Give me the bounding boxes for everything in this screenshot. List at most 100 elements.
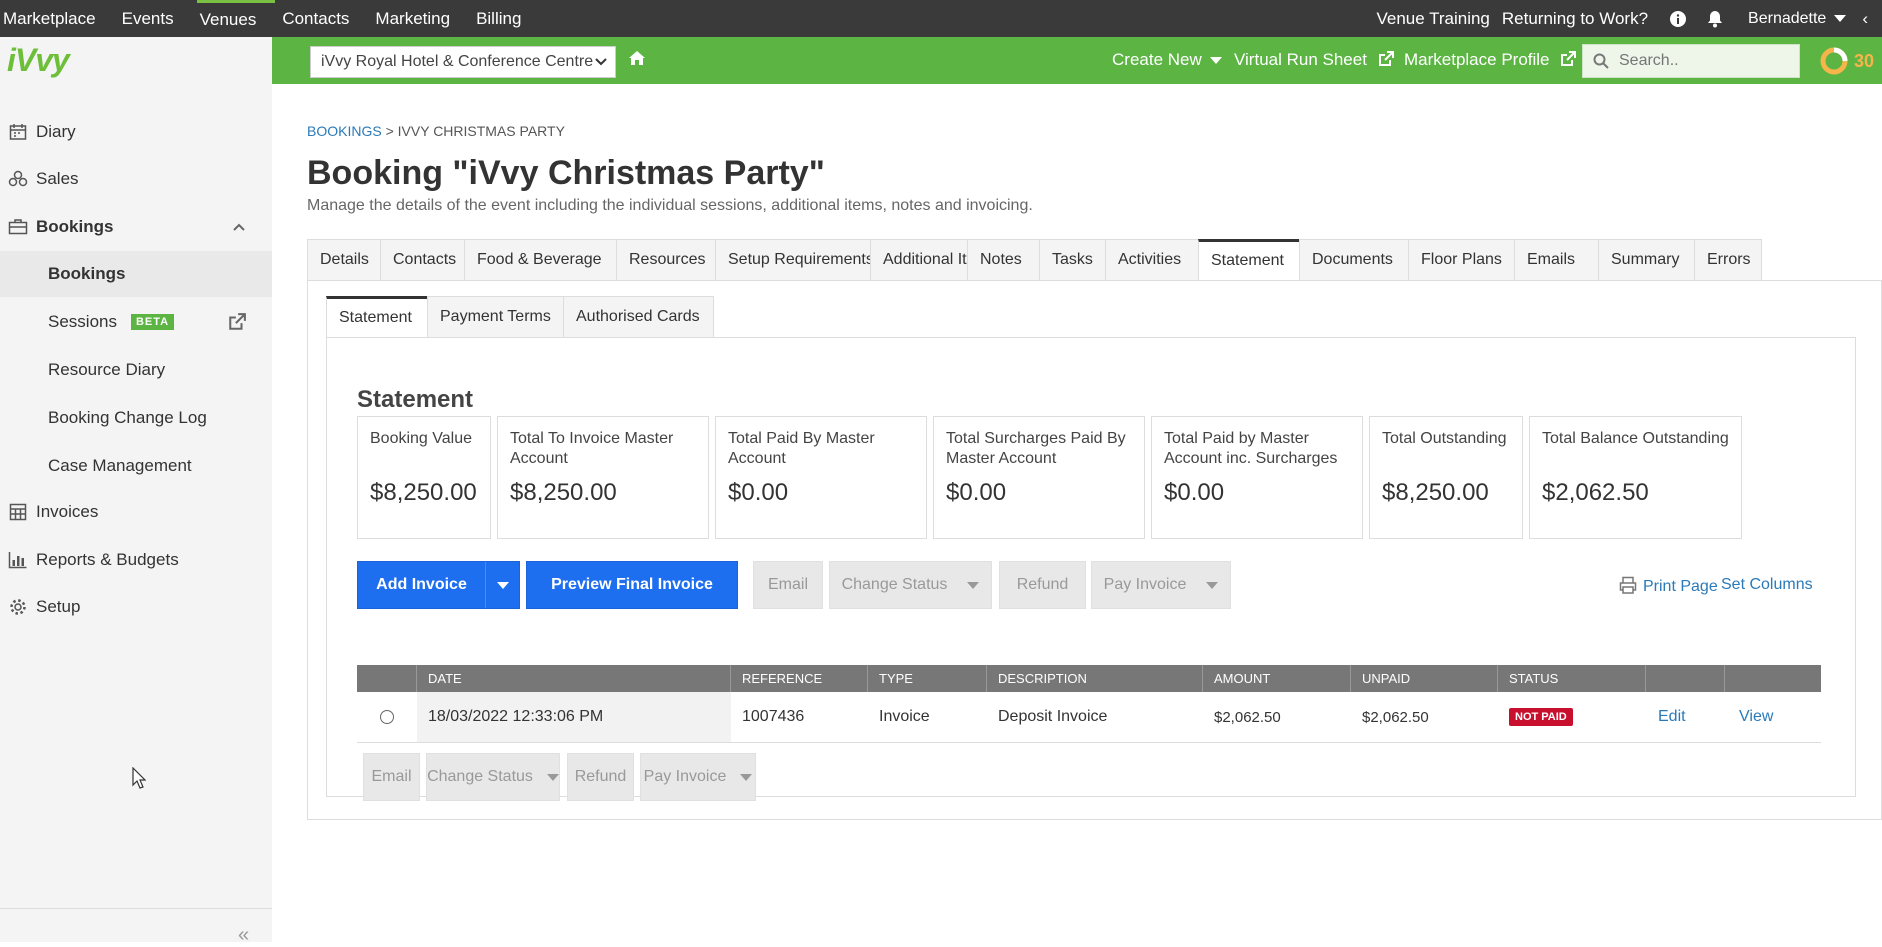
- venue-select-value: iVvy Royal Hotel & Conference Centre: [321, 53, 594, 70]
- summary-card-value: $8,250.00: [370, 479, 477, 506]
- summary-card: Total Surcharges Paid By Master Account …: [933, 416, 1145, 539]
- change-status-button[interactable]: Change Status: [829, 561, 992, 609]
- sidebar-subitem-resource-diary[interactable]: Resource Diary: [0, 347, 272, 393]
- bell-icon[interactable]: [1706, 10, 1724, 28]
- edit-invoice-link[interactable]: Edit: [1658, 708, 1686, 726]
- tab-resources[interactable]: Resources: [616, 239, 715, 281]
- topnav-item-marketplace[interactable]: Marketplace: [0, 0, 115, 37]
- chevron-up-icon[interactable]: [232, 222, 246, 232]
- cell-amount: $2,062.50: [1214, 708, 1281, 726]
- search-input[interactable]: [1619, 52, 1779, 70]
- summary-card: Total To Invoice Master Account $8,250.0…: [497, 416, 709, 539]
- tab-activities[interactable]: Activities: [1105, 239, 1198, 281]
- table-header-date[interactable]: DATE: [417, 665, 731, 692]
- virtual-run-sheet-link[interactable]: Virtual Run Sheet: [1234, 50, 1394, 70]
- top-nav: Marketplace Events Venues Contacts Marke…: [0, 0, 1882, 37]
- print-page-link[interactable]: Print Page: [1619, 576, 1718, 596]
- tab-additional-items[interactable]: Additional Items: [870, 239, 967, 281]
- pay-invoice-button[interactable]: Pay Invoice: [1091, 561, 1231, 609]
- sidebar-subitem-case-management[interactable]: Case Management: [0, 443, 272, 489]
- returning-to-work-link[interactable]: Returning to Work?: [1502, 9, 1648, 29]
- external-link-icon: [1378, 51, 1394, 66]
- marketplace-profile-link[interactable]: Marketplace Profile: [1404, 50, 1577, 70]
- tab-contacts[interactable]: Contacts: [380, 239, 464, 281]
- pay-invoice-button-bottom[interactable]: Pay Invoice: [640, 753, 756, 801]
- tab-documents[interactable]: Documents: [1299, 239, 1408, 281]
- sidebar-subitem-sessions[interactable]: Sessions BETA: [0, 299, 272, 345]
- table-header-status[interactable]: STATUS: [1498, 665, 1646, 692]
- sidebar-subitem-bookings[interactable]: Bookings: [0, 251, 272, 297]
- progress-ring-icon[interactable]: 30: [1820, 47, 1874, 75]
- view-invoice-link[interactable]: View: [1739, 708, 1773, 726]
- sidebar-subitem-booking-change-log[interactable]: Booking Change Log: [0, 395, 272, 441]
- statement-subtabs: Statement Payment Terms Authorised Cards: [326, 296, 714, 338]
- printer-icon: [1619, 576, 1637, 594]
- sidebar-item-sales[interactable]: Sales: [0, 156, 272, 202]
- sidebar-item-diary[interactable]: Diary: [0, 109, 272, 155]
- tab-details[interactable]: Details: [307, 239, 380, 281]
- topnav-item-marketing[interactable]: Marketing: [372, 0, 469, 37]
- refund-button-bottom[interactable]: Refund: [567, 753, 634, 801]
- sidebar-item-bookings[interactable]: Bookings: [0, 204, 272, 250]
- table-header-description[interactable]: DESCRIPTION: [987, 665, 1203, 692]
- change-status-label: Change Status: [427, 768, 533, 785]
- tab-setup-requirements[interactable]: Setup Requirements: [715, 239, 870, 281]
- tab-statement[interactable]: Statement: [1198, 239, 1299, 281]
- table-header-reference[interactable]: REFERENCE: [731, 665, 868, 692]
- home-icon[interactable]: [628, 50, 646, 71]
- table-header-unpaid[interactable]: UNPAID: [1351, 665, 1498, 692]
- refund-button[interactable]: Refund: [999, 561, 1086, 609]
- venue-training-link[interactable]: Venue Training: [1376, 9, 1489, 29]
- add-invoice-dropdown-toggle[interactable]: [485, 562, 519, 608]
- table-header-amount[interactable]: AMOUNT: [1203, 665, 1351, 692]
- tab-floor-plans[interactable]: Floor Plans: [1408, 239, 1514, 281]
- row-select-radio[interactable]: [380, 710, 394, 724]
- tab-summary[interactable]: Summary: [1598, 239, 1694, 281]
- email-button-bottom[interactable]: Email: [363, 753, 420, 801]
- tab-tasks[interactable]: Tasks: [1039, 239, 1105, 281]
- subtab-payment-terms[interactable]: Payment Terms: [427, 296, 563, 338]
- add-invoice-button[interactable]: Add Invoice: [357, 561, 520, 609]
- subtab-statement[interactable]: Statement: [326, 296, 427, 338]
- external-link-icon[interactable]: [228, 313, 246, 331]
- more-caret-icon[interactable]: ‹: [1862, 9, 1868, 29]
- subtab-authorised-cards[interactable]: Authorised Cards: [563, 296, 714, 338]
- tab-errors[interactable]: Errors: [1694, 239, 1762, 281]
- email-button[interactable]: Email: [753, 561, 823, 609]
- topnav-item-billing[interactable]: Billing: [473, 0, 540, 37]
- booking-tabs: Details Contacts Food & Beverage Resourc…: [307, 239, 1762, 281]
- search-icon: [1593, 53, 1609, 69]
- summary-card-label: Total To Invoice Master Account: [510, 430, 674, 467]
- table-header-select: [357, 665, 417, 692]
- breadcrumb: BOOKINGS > IVVY CHRISTMAS PARTY: [307, 123, 565, 139]
- statement-panel: Statement Booking Value $8,250.00 Total …: [326, 337, 1856, 801]
- info-icon[interactable]: [1670, 10, 1687, 27]
- set-columns-link[interactable]: Set Columns: [1721, 576, 1813, 594]
- tab-notes[interactable]: Notes: [967, 239, 1039, 281]
- summary-card: Total Balance Outstanding $2,062.50: [1529, 416, 1742, 539]
- topnav-item-events[interactable]: Events: [119, 0, 193, 37]
- topnav-item-contacts[interactable]: Contacts: [279, 0, 368, 37]
- table-header-type[interactable]: TYPE: [868, 665, 987, 692]
- topnav-item-venues[interactable]: Venues: [196, 0, 276, 37]
- chevron-down-icon: [546, 773, 559, 781]
- sidebar-subitem-label: Booking Change Log: [48, 408, 207, 427]
- venue-select[interactable]: iVvy Royal Hotel & Conference Centre: [310, 46, 616, 78]
- summary-card-value: $0.00: [1164, 479, 1225, 506]
- sidebar-item-invoices[interactable]: Invoices: [0, 489, 272, 535]
- create-new-button[interactable]: Create New: [1112, 50, 1222, 70]
- chevron-down-icon: [496, 581, 509, 589]
- statement-heading: Statement: [357, 386, 474, 413]
- sidebar-item-setup[interactable]: Setup: [0, 584, 272, 630]
- breadcrumb-bookings-link[interactable]: BOOKINGS: [307, 123, 382, 139]
- change-status-button-bottom[interactable]: Change Status: [426, 753, 560, 801]
- sidebar-item-reports-budgets[interactable]: Reports & Budgets: [0, 537, 272, 583]
- sidebar: iVvy Diary Sales Bookings Bookings Sessi…: [0, 37, 272, 946]
- collapse-sidebar-icon[interactable]: «: [238, 924, 249, 947]
- preview-final-invoice-button[interactable]: Preview Final Invoice: [526, 561, 738, 609]
- ivvy-logo[interactable]: iVvy: [7, 42, 70, 79]
- user-menu[interactable]: Bernadette: [1748, 10, 1847, 28]
- tab-food-beverage[interactable]: Food & Beverage: [464, 239, 616, 281]
- tab-emails[interactable]: Emails: [1514, 239, 1598, 281]
- cell-status: NOT PAID: [1498, 692, 1646, 742]
